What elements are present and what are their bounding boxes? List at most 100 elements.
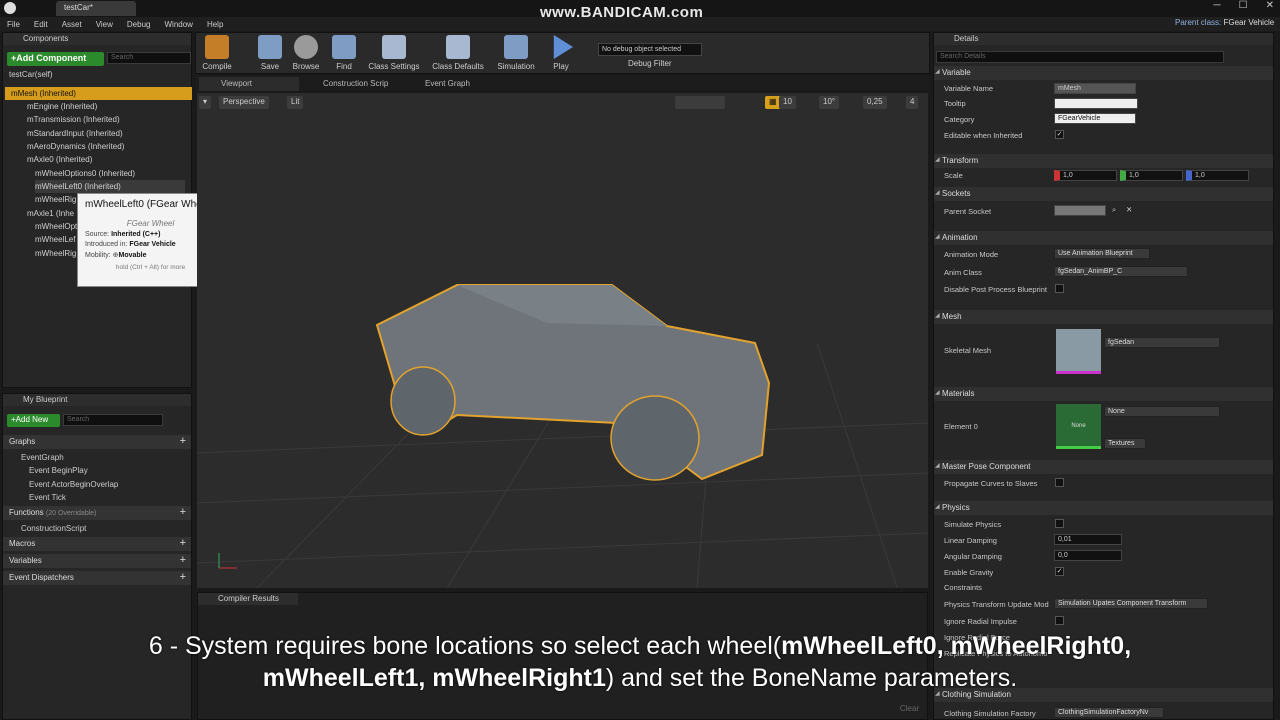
dispatchers-section[interactable]: Event Dispatchers + [3,571,191,585]
constraints-row[interactable]: Constraints [944,583,982,592]
add-macro-icon[interactable]: + [180,537,186,549]
tab-viewport[interactable]: Viewport [199,77,299,91]
add-new-button[interactable]: +Add New [7,414,60,427]
textures-button[interactable]: Textures [1104,438,1146,449]
menu-window[interactable]: Window [164,20,192,29]
close-icon[interactable]: ✕ [1266,0,1274,11]
angular-damping-field[interactable]: 0,0 [1054,550,1122,561]
menu-asset[interactable]: Asset [62,20,82,29]
category-field[interactable]: FGearVehicle [1054,113,1136,124]
add-function-icon[interactable]: + [180,506,186,518]
tree-item[interactable]: mAeroDynamics (Inherited) [27,140,124,153]
transform-section[interactable]: Transform [934,154,1273,168]
editable-checkbox[interactable]: ✓ [1055,130,1064,139]
radial-impulse-checkbox[interactable] [1055,616,1064,625]
rotation-snap-value[interactable]: 10° [819,96,840,109]
play-button[interactable]: Play [546,35,576,71]
blueprint-search-input[interactable]: Search [63,414,163,426]
car-mesh[interactable] [375,284,771,481]
simulate-physics-checkbox[interactable] [1055,519,1064,528]
physics-section[interactable]: Physics [934,501,1273,515]
tab-construction-script[interactable]: Construction Scrip [301,77,401,91]
debug-object-select[interactable]: No debug object selected [598,43,702,56]
graph-item[interactable]: EventGraph [21,453,64,462]
search-icon[interactable]: ⌕ [1112,205,1116,215]
tree-item[interactable]: mWheelLef [35,233,75,246]
tree-item[interactable]: mEngine (Inherited) [27,100,97,113]
maximize-icon[interactable]: ☐ [1239,0,1248,11]
simulation-button[interactable]: Simulation [494,35,538,71]
function-item[interactable]: ConstructionScript [21,524,86,533]
find-button[interactable]: Find [332,35,356,71]
add-dispatcher-icon[interactable]: + [180,571,186,583]
animation-mode-select[interactable]: Use Animation Blueprint [1054,248,1150,259]
graph-item[interactable]: Event Tick [29,493,66,502]
variable-name-field[interactable]: mMesh [1054,83,1136,94]
enable-gravity-checkbox[interactable]: ✓ [1055,567,1064,576]
menu-debug[interactable]: Debug [127,20,151,29]
parent-socket-field[interactable] [1054,205,1106,216]
add-component-button[interactable]: +Add Component [7,52,104,66]
add-variable-icon[interactable]: + [180,554,186,566]
tree-item[interactable]: mWheelOptions0 (Inherited) [35,167,135,180]
linear-damping-field[interactable]: 0,01 [1054,534,1122,545]
materials-section[interactable]: Materials [934,387,1273,401]
components-search-input[interactable]: Search [107,52,191,64]
class-defaults-button[interactable]: Class Defaults [430,35,486,71]
minimize-icon[interactable]: ─ [1214,0,1221,11]
class-settings-button[interactable]: Class Settings [366,35,422,71]
clear-icon[interactable]: ✕ [1126,205,1132,214]
graphs-section[interactable]: Graphs + [3,435,191,449]
tab-event-graph[interactable]: Event Graph [403,77,503,91]
tree-item[interactable]: mAxle0 (Inherited) [27,153,92,166]
tree-item[interactable]: mTransmission (Inherited) [27,113,120,126]
material-select[interactable]: None [1104,406,1220,417]
tree-item[interactable]: mWheelOpt [35,220,77,233]
functions-section[interactable]: Functions (20 Overridable) + [3,506,191,520]
menu-view[interactable]: View [96,20,113,29]
disable-pp-checkbox[interactable] [1055,284,1064,293]
tree-item[interactable]: mWheelLeft0 (Inherited) [35,180,185,193]
tree-item[interactable]: mWheelRig [35,193,76,206]
update-mode-select[interactable]: Simulation Upates Component Transform [1054,598,1208,609]
mesh-section[interactable]: Mesh [934,310,1273,324]
scale-z-field[interactable]: 1,0 [1186,170,1249,181]
macros-section[interactable]: Macros + [3,537,191,551]
animation-section[interactable]: Animation [934,231,1273,245]
menu-edit[interactable]: Edit [34,20,48,29]
anim-class-select[interactable]: fgSedan_AnimBP_C [1054,266,1188,277]
add-graph-icon[interactable]: + [180,435,186,447]
tree-item[interactable]: mAxle1 (Inhe [27,207,74,220]
viewport-options-icon[interactable]: ▾ [199,96,211,109]
material-thumbnail[interactable]: None [1056,404,1101,449]
propagate-checkbox[interactable] [1055,478,1064,487]
clear-button[interactable]: Clear [900,704,919,713]
parent-class-link[interactable]: FGear Vehicle [1223,18,1274,27]
self-row[interactable]: testCar(self) [9,70,53,79]
variable-section[interactable]: Variable [934,66,1273,80]
skeletal-mesh-select[interactable]: fgSedan [1104,337,1220,348]
tree-item[interactable]: mMesh (Inherited) [11,87,76,100]
scale-snap-value[interactable]: 0,25 [863,96,887,109]
clothing-factory-select[interactable]: ClothingSimulationFactoryNv [1054,707,1164,718]
graph-item[interactable]: Event ActorBeginOverlap [29,480,118,489]
camera-speed-value[interactable]: 4 [906,96,919,109]
graph-item[interactable]: Event BeginPlay [29,466,88,475]
tooltip-field[interactable] [1054,98,1138,109]
scale-y-field[interactable]: 1,0 [1120,170,1183,181]
sockets-section[interactable]: Sockets [934,187,1273,201]
perspective-button[interactable]: Perspective [219,96,269,109]
grid-snap-value[interactable]: 10 [779,96,796,109]
master-pose-section[interactable]: Master Pose Component [934,460,1273,474]
save-button[interactable]: Save [258,35,282,71]
compiler-results-tab[interactable]: Compiler Results [198,593,298,605]
browse-button[interactable]: Browse [290,35,322,71]
scale-x-field[interactable]: 1,0 [1054,170,1117,181]
transform-tools[interactable] [675,96,725,109]
compile-button[interactable]: Compile [200,35,234,71]
menu-help[interactable]: Help [207,20,223,29]
menu-file[interactable]: File [7,20,20,29]
document-tab[interactable]: testCar* [56,1,136,16]
variables-section[interactable]: Variables + [3,554,191,568]
tree-item[interactable]: mStandardInput (Inherited) [27,127,123,140]
